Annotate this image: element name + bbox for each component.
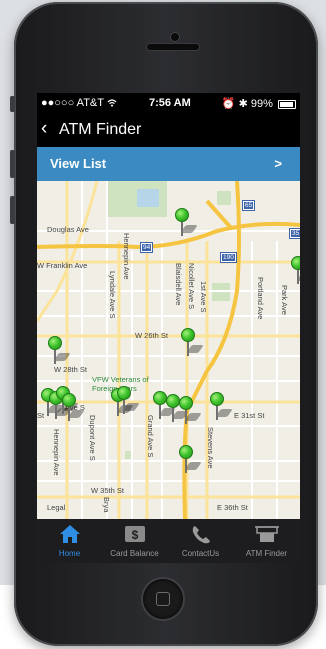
volume-down-button: [10, 196, 15, 224]
status-bar: ●●○○○ AT&T 7:56 AM ⏰ ✱ 99%: [37, 93, 300, 113]
home-button[interactable]: [143, 579, 183, 619]
street-label-e36: E 36th St: [217, 503, 248, 512]
street-label-portland: Portland Ave: [256, 277, 265, 320]
street-label-blaisdell: Blaisdell Ave: [174, 263, 183, 306]
tab-atm-finder[interactable]: ATM Finder: [234, 519, 299, 563]
street-label-w26: W 26th St: [135, 331, 168, 340]
front-camera: [171, 33, 179, 41]
battery-icon: [278, 99, 296, 109]
tab-atm-finder-label: ATM Finder: [245, 549, 288, 558]
street-label-nicollet: Nicollet Ave S: [187, 263, 196, 310]
earpiece-speaker: [147, 44, 199, 50]
dollar-icon: $: [124, 526, 145, 542]
alarm-icon: ⏰: [221, 98, 236, 110]
street-label-1st-ave: 1st Ave S: [199, 281, 208, 313]
atm-pin[interactable]: [117, 386, 140, 416]
street-label-stevens: Stevens Ave: [206, 427, 215, 469]
street-label-lyndale: Lyndale Ave S: [108, 271, 117, 319]
mute-switch: [10, 96, 15, 112]
atm-pin[interactable]: [166, 394, 189, 424]
tab-bar: Home $ Card Balance ContactUs ATM Finder: [37, 519, 300, 563]
street-label-bryant: Brya: [102, 497, 111, 513]
svg-text:$: $: [131, 528, 138, 542]
map-legal-link[interactable]: Legal: [47, 503, 65, 512]
atm-pin[interactable]: [179, 396, 202, 426]
navigation-bar: ‹ ATM Finder: [37, 113, 300, 147]
atm-pin[interactable]: [48, 336, 71, 366]
phone-screen: ●●○○○ AT&T 7:56 AM ⏰ ✱ 99% ‹ ATM Finder …: [37, 93, 300, 563]
street-label-hennepin-upper: Hennepin Ave: [122, 233, 131, 280]
chevron-right-icon: >: [274, 156, 282, 171]
street-label-douglas: Douglas Ave: [47, 225, 89, 234]
tab-home-label: Home: [58, 549, 81, 558]
map-view[interactable]: Douglas Ave W Franklin Ave Lyndale Ave S…: [37, 181, 300, 519]
volume-up-button: [10, 150, 15, 178]
atm-pin[interactable]: [181, 328, 204, 358]
atm-pin[interactable]: [62, 393, 85, 423]
atm-pin[interactable]: [291, 256, 300, 286]
tab-home[interactable]: Home: [37, 519, 102, 563]
interstate-190-shield: 190: [221, 253, 236, 262]
carrier-signal: ●●○○○ AT&T: [41, 97, 117, 109]
home-icon: [59, 525, 80, 543]
back-button[interactable]: ‹: [41, 119, 47, 139]
status-right: ⏰ ✱ 99%: [222, 97, 296, 110]
street-label-park: Park Ave: [280, 285, 289, 315]
home-button-square: [156, 592, 170, 606]
street-label-franklin: W Franklin Ave: [37, 261, 88, 270]
atm-pin[interactable]: [179, 445, 202, 475]
tab-contact-us[interactable]: ContactUs: [168, 519, 233, 563]
tab-contact-us-label: ContactUs: [181, 549, 220, 558]
atm-pin[interactable]: [153, 391, 176, 421]
bluetooth-icon: ✱: [238, 98, 248, 110]
view-list-label: View List: [50, 156, 107, 171]
phone-icon: [192, 526, 210, 544]
view-list-button[interactable]: View List >: [37, 147, 300, 181]
interstate-65-shield: 65: [243, 201, 255, 210]
atm-pin[interactable]: [175, 208, 198, 238]
status-time: 7:56 AM: [149, 97, 191, 109]
atm-icon: [254, 526, 279, 542]
street-label-grand: Grand Ave S: [146, 415, 155, 458]
interstate-35-shield: 35: [290, 229, 300, 238]
atm-pin[interactable]: [210, 392, 233, 422]
street-label-hennepin-lower: Hennepin Ave: [52, 429, 61, 476]
wifi-icon: [107, 99, 117, 107]
battery-percent: 99%: [250, 98, 273, 110]
street-label-dupont: Dupont Ave S: [88, 415, 97, 461]
street-label-w28: W 28th St: [54, 365, 87, 374]
tab-card-balance[interactable]: $ Card Balance: [102, 519, 167, 563]
interstate-94-shield: 94: [141, 243, 153, 252]
page-title: ATM Finder: [59, 121, 142, 138]
tab-card-balance-label: Card Balance: [110, 549, 159, 558]
street-label-e31: E 31st St: [234, 411, 265, 420]
street-label-w35: W 35th St: [91, 486, 124, 495]
